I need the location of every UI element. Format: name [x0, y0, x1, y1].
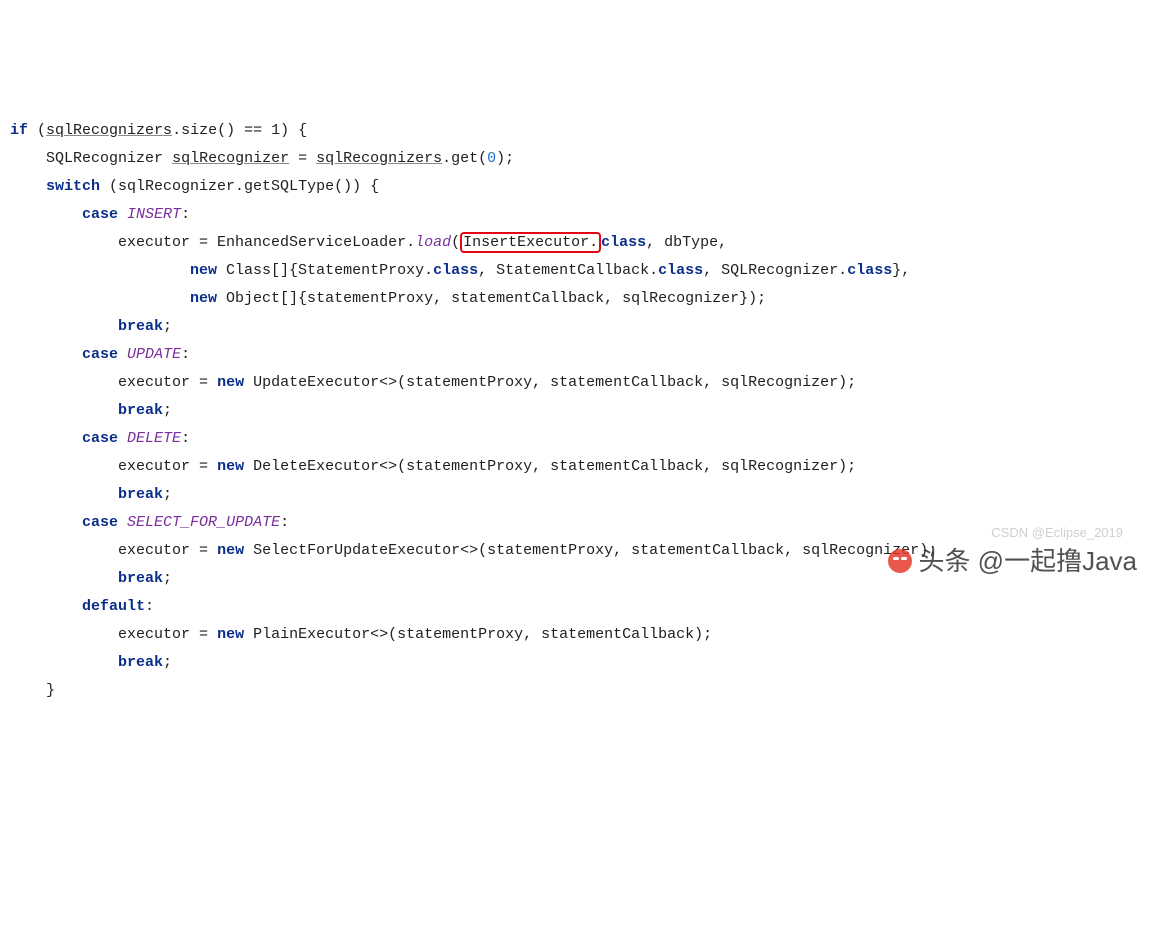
- code-line: break;: [10, 570, 172, 587]
- keyword-case: case: [82, 514, 118, 531]
- code-line: case DELETE:: [10, 430, 190, 447]
- watermark-toutiao: 头条 @一起撸Java: [888, 547, 1137, 575]
- keyword-if: if: [10, 122, 28, 139]
- enum-insert: INSERT: [127, 206, 181, 223]
- keyword-class: class: [847, 262, 892, 279]
- keyword-class: class: [658, 262, 703, 279]
- code-line: executor = new SelectForUpdateExecutor<>…: [10, 542, 937, 559]
- keyword-new: new: [190, 262, 217, 279]
- code-line: break;: [10, 486, 172, 503]
- keyword-break: break: [118, 654, 163, 671]
- watermark-csdn: CSDN @Eclipse_2019: [991, 519, 1123, 547]
- code-line: break;: [10, 654, 172, 671]
- code-line: if (sqlRecognizers.size() == 1) {: [10, 122, 307, 139]
- keyword-break: break: [118, 402, 163, 419]
- code-line: new Class[]{StatementProxy.class, Statem…: [10, 262, 910, 279]
- code-line: new Object[]{statementProxy, statementCa…: [10, 290, 766, 307]
- type-SQLRecognizer: SQLRecognizer: [46, 150, 163, 167]
- keyword-new: new: [217, 626, 244, 643]
- enum-update: UPDATE: [127, 346, 181, 363]
- keyword-new: new: [190, 290, 217, 307]
- code-line: default:: [10, 598, 154, 615]
- keyword-switch: switch: [46, 178, 100, 195]
- keyword-new: new: [217, 374, 244, 391]
- code-line: break;: [10, 318, 172, 335]
- keyword-break: break: [118, 486, 163, 503]
- keyword-class: class: [433, 262, 478, 279]
- code-line: case UPDATE:: [10, 346, 190, 363]
- code-line: executor = new UpdateExecutor<>(statemen…: [10, 374, 856, 391]
- toutiao-logo-icon: [888, 549, 912, 573]
- keyword-case: case: [82, 346, 118, 363]
- code-line: switch (sqlRecognizer.getSQLType()) {: [10, 178, 379, 195]
- code-line: executor = EnhancedServiceLoader.load(In…: [10, 232, 727, 253]
- code-line: break;: [10, 402, 172, 419]
- code-line: executor = new DeleteExecutor<>(statemen…: [10, 458, 856, 475]
- keyword-new: new: [217, 542, 244, 559]
- keyword-new: new: [217, 458, 244, 475]
- code-line: }: [10, 682, 55, 699]
- enum-delete: DELETE: [127, 430, 181, 447]
- keyword-break: break: [118, 570, 163, 587]
- var-sqlRecognizers: sqlRecognizers: [46, 122, 172, 139]
- keyword-case: case: [82, 430, 118, 447]
- keyword-default: default: [82, 598, 145, 615]
- ref-sqlRecognizers: sqlRecognizers: [316, 150, 442, 167]
- literal-zero: 0: [487, 150, 496, 167]
- code-line: SQLRecognizer sqlRecognizer = sqlRecogni…: [10, 150, 514, 167]
- code-block: if (sqlRecognizers.size() == 1) { SQLRec…: [10, 117, 1145, 705]
- enum-select-for-update: SELECT_FOR_UPDATE: [127, 514, 280, 531]
- var-sqlRecognizer: sqlRecognizer: [172, 150, 289, 167]
- keyword-break: break: [118, 318, 163, 335]
- code-line: case SELECT_FOR_UPDATE:: [10, 514, 289, 531]
- keyword-class: class: [601, 234, 646, 251]
- method-load: load: [415, 234, 451, 251]
- code-line: executor = new PlainExecutor<>(statement…: [10, 626, 712, 643]
- highlight-insert-executor: InsertExecutor.: [460, 232, 601, 253]
- code-line: case INSERT:: [10, 206, 190, 223]
- keyword-case: case: [82, 206, 118, 223]
